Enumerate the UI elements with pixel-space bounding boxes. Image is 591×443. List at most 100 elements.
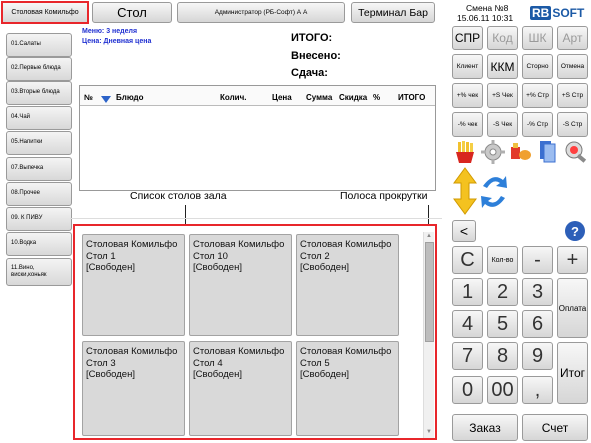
key-5[interactable]: 5: [487, 310, 518, 338]
terminal-button-label: Терминал Бар: [358, 6, 428, 19]
mode-article-label: Арт: [562, 31, 583, 45]
sub-percent-check-label: -% чек: [457, 121, 478, 128]
change-label: Сдача:: [291, 67, 328, 79]
clear-key[interactable]: C: [452, 246, 483, 274]
food-icon[interactable]: [509, 141, 533, 168]
category-button[interactable]: 03.Вторые блюда: [6, 81, 72, 105]
scroll-up-arrow[interactable]: ▲: [426, 233, 432, 239]
table-tile[interactable]: Столовая Комильфо Стол 10 [Свободен]: [189, 234, 292, 336]
globe-icon[interactable]: [563, 139, 587, 170]
kkm-button[interactable]: ККМ: [487, 54, 518, 79]
category-button[interactable]: 02.Первые блюда: [6, 57, 72, 81]
scrollbar[interactable]: ▲ ▼: [423, 232, 434, 438]
scrollbar-thumb[interactable]: [425, 242, 434, 342]
table-button[interactable]: Стол: [92, 2, 172, 23]
sub-sum-line-label: -S Стр: [562, 121, 583, 128]
sub-sum-line-button[interactable]: -S Стр: [557, 112, 588, 137]
table-tile[interactable]: Столовая Комильфо Стол 4 [Свободен]: [189, 341, 292, 436]
minus-key[interactable]: -: [522, 246, 553, 274]
key-9[interactable]: 9: [522, 342, 553, 370]
mode-barcode-button[interactable]: ШК: [522, 26, 553, 50]
table-tile[interactable]: Столовая Комильфо Стол 2 [Свободен]: [296, 234, 399, 336]
documents-icon[interactable]: [537, 139, 559, 170]
category-button[interactable]: 05.Напитки: [6, 131, 72, 155]
order-button[interactable]: Заказ: [452, 414, 518, 441]
category-label: 11.Вино, виски,коньяк: [11, 264, 47, 278]
table-tile[interactable]: Столовая Комильфо Стол 5 [Свободен]: [296, 341, 399, 436]
fries-icon[interactable]: [454, 140, 476, 169]
cancel-label: Отмена: [560, 63, 585, 70]
hall-button[interactable]: Столовая Комильфо: [1, 1, 89, 24]
key-1-label: 1: [461, 280, 474, 303]
sub-percent-check-button[interactable]: -% чек: [452, 112, 483, 137]
mode-spr-label: СПР: [454, 31, 481, 45]
plus-key[interactable]: +: [557, 246, 588, 274]
key-4[interactable]: 4: [452, 310, 483, 338]
key-00[interactable]: 00: [487, 376, 518, 404]
mode-code-button[interactable]: Код: [487, 26, 518, 50]
minus-key-label: -: [534, 248, 541, 271]
category-button[interactable]: 08.Прочее: [6, 182, 72, 206]
add-sum-line-label: +S Стр: [561, 92, 584, 99]
total-key-label: Итог: [559, 366, 586, 380]
annotation-scrollbar: Полоса прокрутки: [340, 190, 428, 202]
clear-key-label: C: [460, 248, 475, 271]
sub-sum-check-label: -S Чек: [492, 121, 513, 128]
key-1[interactable]: 1: [452, 278, 483, 306]
key-0[interactable]: 0: [452, 376, 483, 404]
table-hall: Столовая Комильфо: [193, 239, 285, 250]
key-8[interactable]: 8: [487, 342, 518, 370]
cancel-button[interactable]: Отмена: [557, 54, 588, 79]
key-3[interactable]: 3: [522, 278, 553, 306]
logo-soft: SOFT: [552, 6, 585, 20]
scroll-up-down-icon[interactable]: [453, 167, 477, 220]
comma-key[interactable]: ,: [522, 376, 553, 404]
sub-percent-line-button[interactable]: -% Стр: [522, 112, 553, 137]
key-2[interactable]: 2: [487, 278, 518, 306]
col-dish: Блюдо: [116, 93, 144, 102]
add-sum-check-button[interactable]: +S Чек: [487, 83, 518, 108]
kkm-label: ККМ: [490, 59, 515, 74]
gear-icon[interactable]: [481, 140, 505, 169]
category-label: 02.Первые блюда: [11, 65, 61, 72]
category-label: 01.Салаты: [11, 41, 41, 48]
back-button[interactable]: <: [452, 220, 476, 242]
storno-button[interactable]: Сторно: [522, 54, 553, 79]
shift-label: Смена №8: [466, 3, 509, 13]
add-sum-line-button[interactable]: +S Стр: [557, 83, 588, 108]
scroll-down-arrow[interactable]: ▼: [426, 429, 432, 435]
category-button[interactable]: 01.Салаты: [6, 33, 72, 57]
sub-sum-check-button[interactable]: -S Чек: [487, 112, 518, 137]
refresh-icon[interactable]: [479, 170, 509, 219]
table-tile[interactable]: Столовая Комильфо Стол 3 [Свободен]: [82, 341, 185, 436]
key-00-label: 00: [491, 378, 514, 401]
bill-button[interactable]: Счет: [522, 414, 588, 441]
category-button[interactable]: 10.Водка: [6, 232, 72, 256]
table-hall: Столовая Комильфо: [300, 346, 392, 357]
table-status: [Свободен]: [300, 369, 349, 380]
table-tile[interactable]: Столовая Комильфо Стол 1 [Свободен]: [82, 234, 185, 336]
total-key[interactable]: Итог: [557, 342, 588, 404]
pay-key[interactable]: Оплата: [557, 278, 588, 338]
key-8-label: 8: [496, 344, 509, 367]
category-button[interactable]: 04.Чай: [6, 106, 72, 130]
mode-article-button[interactable]: Арт: [557, 26, 588, 50]
help-label: ?: [571, 223, 579, 239]
table-button-label: Стол: [117, 5, 147, 20]
mode-spr-button[interactable]: СПР: [452, 26, 483, 50]
add-percent-line-button[interactable]: +% Стр: [522, 83, 553, 108]
quantity-key[interactable]: Кол-во: [487, 246, 518, 274]
help-icon[interactable]: ?: [565, 221, 585, 241]
table-number: Стол 2: [300, 250, 330, 262]
key-6[interactable]: 6: [522, 310, 553, 338]
category-button[interactable]: 07.Выпечка: [6, 157, 72, 181]
logo-rb: RB: [530, 6, 552, 20]
category-button[interactable]: 11.Вино, виски,коньяк: [6, 258, 72, 286]
client-button[interactable]: Клиент: [452, 54, 483, 79]
terminal-button[interactable]: Терминал Бар: [351, 2, 435, 23]
category-button[interactable]: 09. К ПИВУ: [6, 207, 72, 231]
admin-button[interactable]: Администратор (РБ-Софт) А А: [177, 2, 345, 23]
add-percent-check-button[interactable]: +% чек: [452, 83, 483, 108]
key-7[interactable]: 7: [452, 342, 483, 370]
key-2-label: 2: [496, 280, 509, 303]
